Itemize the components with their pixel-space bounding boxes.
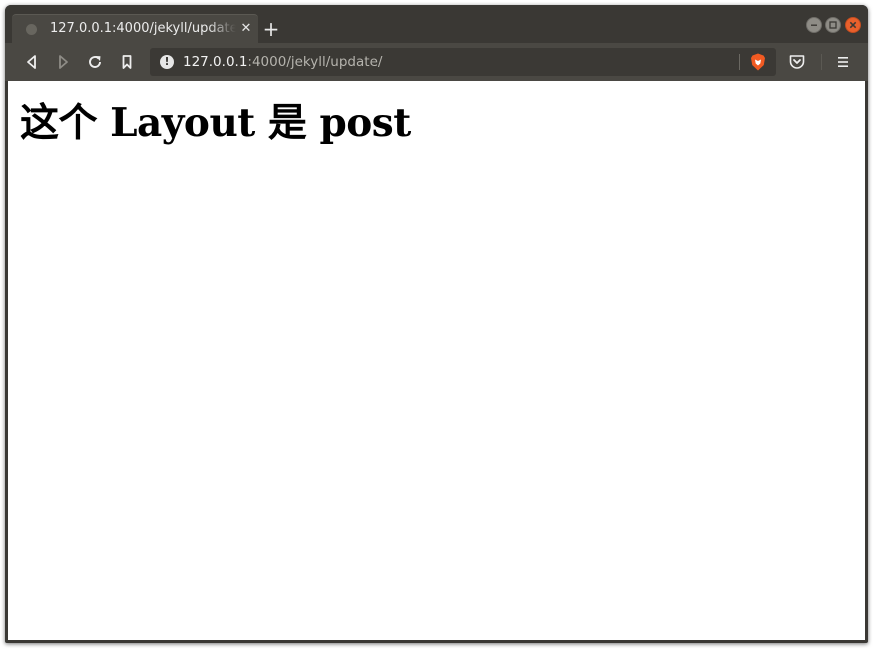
minimize-button[interactable]: [806, 17, 822, 33]
url-path: :4000/jekyll/update/: [247, 54, 383, 70]
close-icon: [849, 21, 857, 29]
tab-close-icon[interactable]: ✕: [239, 20, 253, 38]
reload-icon: [89, 56, 101, 68]
globe-icon: [26, 24, 37, 35]
maximize-icon: [829, 21, 837, 29]
toolbar-divider: [821, 54, 822, 70]
site-info-icon[interactable]: !: [160, 55, 174, 69]
navigation-toolbar: ! 127.0.0.1:4000/jekyll/update/: [5, 43, 868, 81]
reload-button[interactable]: [85, 52, 105, 72]
tab-title: 127.0.0.1:4000/jekyll/update/: [50, 21, 236, 36]
forward-button[interactable]: [53, 52, 73, 72]
page-title: 这个 Layout 是 post: [20, 100, 411, 146]
back-button[interactable]: [22, 52, 42, 72]
minimize-icon: [811, 24, 817, 26]
forward-arrow-icon: [59, 55, 68, 69]
brave-lion-icon: [751, 53, 765, 71]
tab-active[interactable]: 127.0.0.1:4000/jekyll/update/ ✕: [12, 14, 258, 43]
hamburger-menu-icon: [838, 57, 848, 67]
brave-shield-icon[interactable]: [748, 52, 768, 72]
site-info-glyph: !: [164, 55, 170, 68]
menu-button[interactable]: [835, 54, 851, 70]
pocket-button[interactable]: [788, 53, 806, 71]
url-host: 127.0.0.1: [183, 54, 248, 70]
maximize-button[interactable]: [825, 17, 841, 33]
page-content: 这个 Layout 是 post: [8, 81, 865, 640]
url-text[interactable]: 127.0.0.1:4000/jekyll/update/: [183, 53, 382, 71]
pocket-icon: [789, 55, 805, 69]
new-tab-button[interactable]: +: [261, 18, 281, 40]
tab-strip: 127.0.0.1:4000/jekyll/update/ ✕ +: [5, 5, 868, 43]
bookmark-icon: [122, 55, 132, 69]
back-arrow-icon: [27, 55, 36, 69]
close-window-button[interactable]: [845, 17, 861, 33]
browser-window: 127.0.0.1:4000/jekyll/update/ ✕ + ! 127.…: [5, 5, 868, 643]
bookmark-button[interactable]: [117, 52, 137, 72]
address-bar-divider: [739, 54, 740, 70]
address-bar[interactable]: ! 127.0.0.1:4000/jekyll/update/: [150, 48, 776, 76]
